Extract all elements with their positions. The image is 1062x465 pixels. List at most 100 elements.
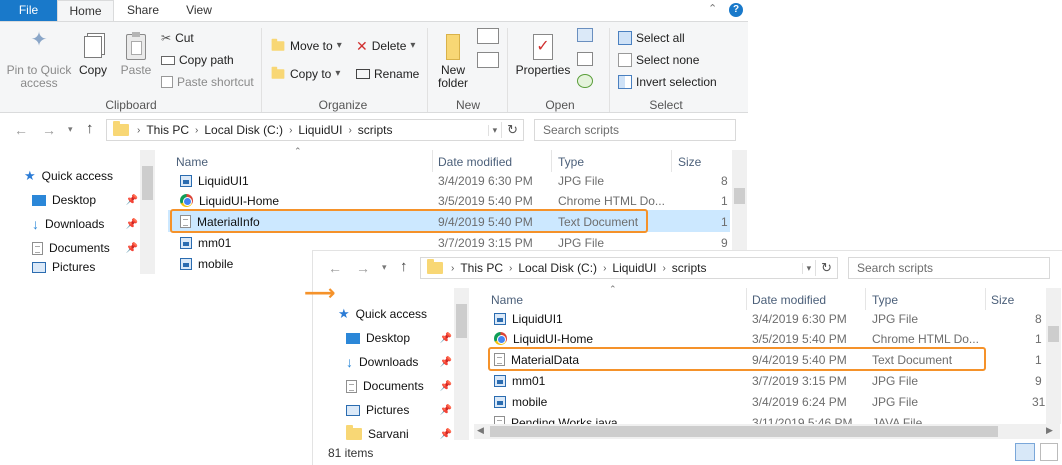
- breadcrumb-this-pc[interactable]: This PC: [454, 261, 509, 275]
- forward-arrow-icon[interactable]: →: [356, 260, 370, 276]
- tab-home[interactable]: Home: [57, 0, 114, 22]
- rename-button[interactable]: Rename: [356, 64, 419, 84]
- up-arrow-icon[interactable]: ↑: [400, 258, 408, 275]
- refresh-icon[interactable]: ↻: [501, 122, 523, 138]
- search-input[interactable]: Search scripts: [534, 119, 736, 141]
- select-none-button[interactable]: Select none: [618, 50, 699, 70]
- address-dropdown-icon[interactable]: ▾: [801, 262, 816, 274]
- paste-shortcut-button[interactable]: Paste shortcut: [161, 72, 254, 92]
- recent-locations-icon[interactable]: ▾: [68, 124, 73, 135]
- help-icon[interactable]: ?: [729, 3, 743, 17]
- file-type: JPG File: [558, 173, 605, 188]
- edit-icon[interactable]: [577, 52, 593, 66]
- history-icon[interactable]: [577, 74, 593, 88]
- nav-item-desktop[interactable]: Desktop 📌: [346, 326, 452, 350]
- scrollbar-thumb[interactable]: [1048, 326, 1059, 342]
- column-header-type[interactable]: Type: [558, 155, 584, 169]
- tab-file[interactable]: File: [0, 0, 57, 21]
- table-row[interactable]: LiquidUI1 3/4/2019 6:30 PM JPG File 8: [176, 170, 732, 191]
- copy-button[interactable]: Copy: [76, 30, 110, 77]
- nav-item-sarvani[interactable]: Sarvani 📌: [346, 422, 452, 442]
- up-arrow-icon[interactable]: ↑: [86, 120, 94, 137]
- breadcrumb-scripts[interactable]: scripts: [666, 261, 713, 275]
- column-header-type[interactable]: Type: [872, 293, 898, 307]
- breadcrumb-liquidui[interactable]: LiquidUI: [606, 261, 662, 275]
- file-date: 3/4/2019 6:24 PM: [752, 394, 847, 409]
- scrollbar-thumb[interactable]: [734, 188, 745, 204]
- tab-view[interactable]: View: [170, 0, 228, 22]
- nav-item-downloads[interactable]: ↓ Downloads 📌: [346, 350, 452, 374]
- easy-access-icon[interactable]: [477, 52, 499, 68]
- pin-icon: 📌: [439, 380, 452, 392]
- table-row[interactable]: LiquidUI-Home 3/5/2019 5:40 PM Chrome HT…: [490, 328, 1046, 349]
- nav-item-documents[interactable]: Documents 📌: [346, 374, 452, 398]
- details-view-icon[interactable]: [1015, 443, 1035, 461]
- properties-button[interactable]: ✓ Properties: [514, 30, 572, 77]
- cut-button[interactable]: ✂ Cut: [161, 28, 194, 48]
- table-row[interactable]: Pending Works.java 3/11/2019 5:46 PM JAV…: [490, 412, 1046, 424]
- column-header-size[interactable]: Size: [991, 293, 1014, 307]
- column-header-date[interactable]: Date modified: [438, 155, 512, 169]
- address-dropdown-icon[interactable]: ▾: [487, 124, 502, 136]
- column-header-name[interactable]: Name: [176, 155, 208, 169]
- copy-to-button[interactable]: Copy to ▾: [270, 64, 340, 84]
- scrollbar-thumb[interactable]: [456, 304, 467, 338]
- nav-item-downloads[interactable]: ↓ Downloads 📌: [32, 212, 138, 236]
- back-arrow-icon[interactable]: ←: [14, 122, 28, 138]
- file-name: LiquidUI1: [198, 173, 249, 188]
- address-bar[interactable]: › This PC › Local Disk (C:) › LiquidUI ›…: [106, 119, 524, 141]
- breadcrumb-scripts[interactable]: scripts: [352, 123, 399, 137]
- column-header-size[interactable]: Size: [678, 155, 701, 169]
- invert-selection-button[interactable]: Invert selection: [618, 72, 717, 92]
- recent-locations-icon[interactable]: ▾: [382, 262, 387, 273]
- large-icons-view-icon[interactable]: [1040, 443, 1058, 461]
- tab-share[interactable]: Share: [116, 0, 170, 22]
- scrollbar-thumb[interactable]: [142, 166, 153, 200]
- chrome-icon: [180, 194, 193, 207]
- scrollbar-thumb[interactable]: [490, 426, 998, 437]
- table-row[interactable]: LiquidUI-Home 3/5/2019 5:40 PM Chrome HT…: [176, 190, 732, 211]
- nav-item-documents[interactable]: Documents 📌: [32, 236, 138, 260]
- file-list-scrollbar[interactable]: [1046, 288, 1061, 424]
- refresh-icon[interactable]: ↻: [815, 260, 837, 276]
- scroll-right-icon[interactable]: ▶: [1046, 425, 1053, 436]
- nav-item-pictures[interactable]: Pictures 📌: [346, 398, 452, 422]
- table-row[interactable]: mm01 3/7/2019 3:15 PM JPG File 9: [490, 370, 1046, 391]
- table-row[interactable]: LiquidUI1 3/4/2019 6:30 PM JPG File 8: [490, 308, 1046, 329]
- back-arrow-icon[interactable]: ←: [328, 260, 342, 276]
- copy-path-button[interactable]: Copy path: [161, 50, 234, 70]
- jpg-file-icon: [180, 174, 192, 187]
- move-to-button[interactable]: Move to ▾: [270, 36, 342, 56]
- horizontal-scrollbar[interactable]: ◀ ▶: [474, 424, 1060, 439]
- breadcrumb-local-disk[interactable]: Local Disk (C:): [512, 261, 603, 275]
- column-header-name[interactable]: Name: [491, 293, 523, 307]
- file-date: 3/5/2019 5:40 PM: [438, 193, 533, 208]
- chevron-down-icon: ▾: [410, 40, 416, 51]
- nav-quick-access[interactable]: ★ Quick access: [24, 164, 113, 188]
- table-row[interactable]: mobile 3/4/2019 6:24 PM JPG File 31: [490, 391, 1046, 412]
- nav-item-pictures[interactable]: Pictures: [32, 260, 138, 274]
- breadcrumb-liquidui[interactable]: LiquidUI: [292, 123, 348, 137]
- folder-icon: [427, 259, 443, 274]
- nav-item-desktop[interactable]: Desktop 📌: [32, 188, 138, 212]
- open-icon[interactable]: [577, 28, 593, 42]
- scroll-left-icon[interactable]: ◀: [477, 425, 484, 436]
- address-bar[interactable]: › This PC › Local Disk (C:) › LiquidUI ›…: [420, 257, 838, 279]
- breadcrumb-local-disk[interactable]: Local Disk (C:): [198, 123, 289, 137]
- collapse-ribbon-icon[interactable]: ⌃: [708, 2, 717, 15]
- nav-pane-scrollbar[interactable]: [140, 150, 155, 274]
- paste-button[interactable]: Paste: [117, 30, 155, 77]
- column-header-date[interactable]: Date modified: [752, 293, 826, 307]
- new-folder-button[interactable]: New folder: [433, 30, 473, 90]
- nav-pane-scrollbar[interactable]: [454, 288, 469, 440]
- pin-to-quick-access-button[interactable]: ✦ Pin to Quick access: [4, 30, 74, 90]
- delete-button[interactable]: ✕ Delete ▾: [356, 36, 415, 56]
- chrome-icon: [494, 332, 507, 345]
- new-item-icon[interactable]: [477, 28, 499, 44]
- select-group-label: Select: [649, 98, 683, 112]
- nav-quick-access[interactable]: ★ Quick access: [338, 302, 427, 326]
- breadcrumb-this-pc[interactable]: This PC: [140, 123, 195, 137]
- search-input[interactable]: Search scripts: [848, 257, 1050, 279]
- forward-arrow-icon[interactable]: →: [42, 122, 56, 138]
- select-all-button[interactable]: Select all: [618, 28, 685, 48]
